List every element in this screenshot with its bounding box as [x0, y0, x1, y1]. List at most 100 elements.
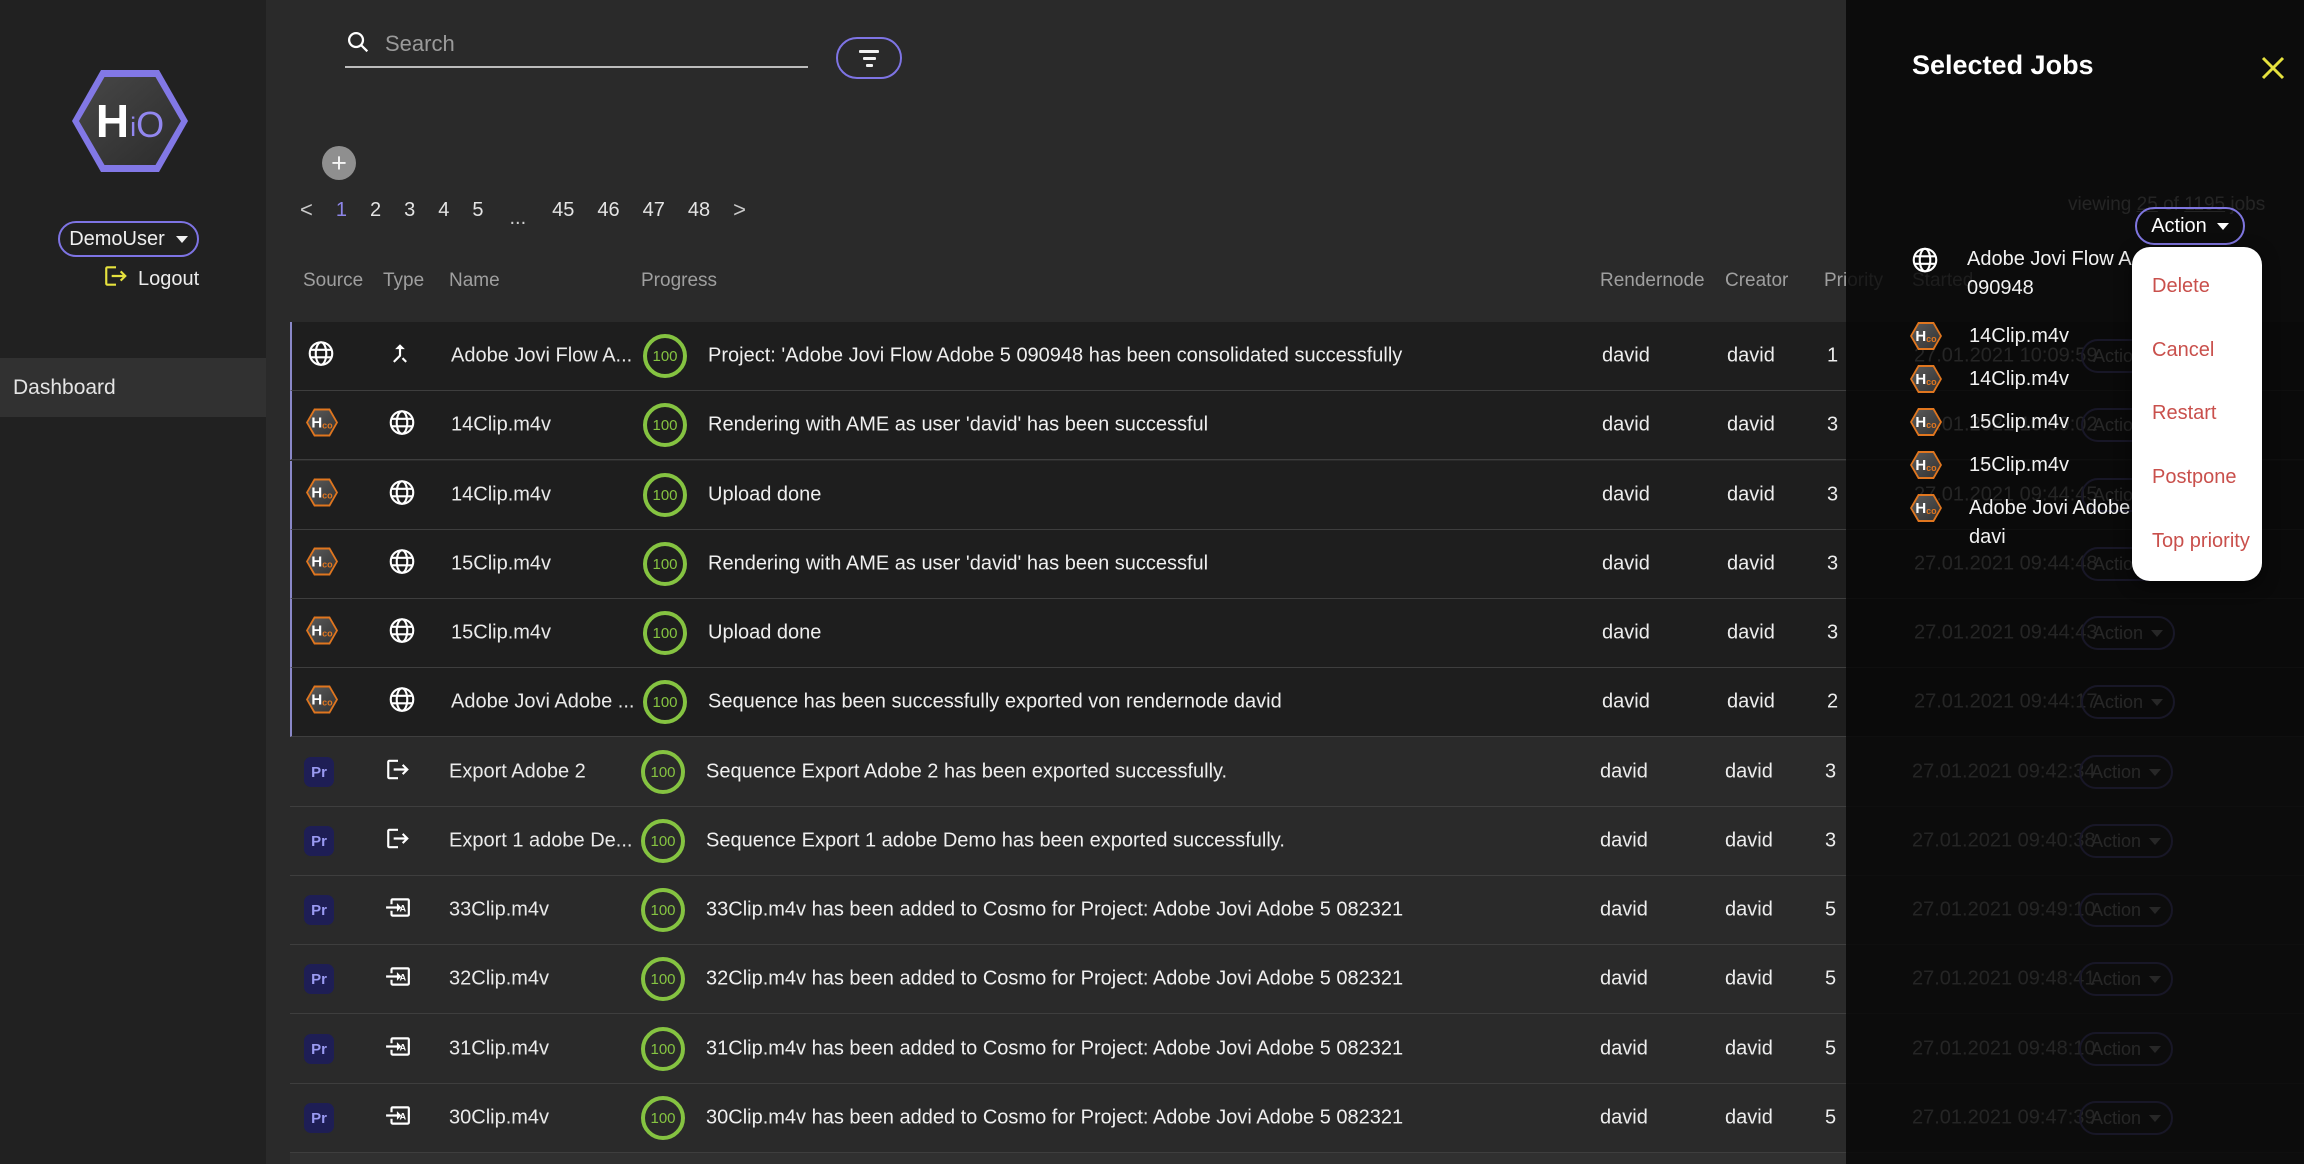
job-message: Rendering with AME as user 'david' has b…	[708, 553, 1208, 576]
hco-icon: Hco	[1910, 451, 1942, 484]
page-button-48[interactable]: 48	[688, 199, 710, 222]
logo-letter-o: O	[136, 107, 164, 143]
selected-job-name: Adobe Jovi Flow A 090948	[1967, 245, 2132, 303]
pagination-ellipsis: ...	[509, 207, 526, 230]
export-icon	[385, 757, 411, 788]
job-priority: 1	[1827, 345, 1838, 368]
premiere-icon: Pr	[304, 1103, 334, 1133]
page-button-47[interactable]: 47	[643, 199, 665, 222]
premiere-icon: Pr	[304, 757, 334, 787]
premiere-icon: Pr	[304, 826, 334, 856]
column-header-name: Name	[449, 270, 500, 292]
job-name: 15Clip.m4v	[451, 622, 551, 645]
menu-item-postpone[interactable]: Postpone	[2132, 446, 2262, 510]
job-priority: 3	[1827, 553, 1838, 576]
job-name: Export Adobe 2	[449, 761, 586, 784]
job-creator: david	[1727, 484, 1775, 507]
globe-icon	[387, 685, 417, 720]
column-header-source: Source	[303, 270, 363, 292]
job-rendernode: david	[1602, 414, 1650, 437]
job-message: Sequence Export 1 adobe Demo has been ex…	[706, 830, 1285, 853]
page-button-1[interactable]: 1	[336, 199, 347, 222]
pagination: <12345...45464748>	[300, 195, 746, 225]
job-creator: david	[1725, 1107, 1773, 1130]
job-rendernode: david	[1602, 345, 1650, 368]
menu-item-delete[interactable]: Delete	[2132, 255, 2262, 319]
list-item[interactable]: HcoAdobe Jovi Adobe davi	[1910, 494, 2134, 552]
page-button-5[interactable]: 5	[472, 199, 483, 222]
job-priority: 3	[1825, 830, 1836, 853]
list-item[interactable]: Adobe Jovi Flow A 090948	[1910, 245, 2132, 303]
progress-ring: 100	[641, 1027, 685, 1071]
job-creator: david	[1725, 899, 1773, 922]
page-button-3[interactable]: 3	[404, 199, 415, 222]
panel-action-button[interactable]: Action	[2135, 207, 2245, 245]
job-message: 30Clip.m4v has been added to Cosmo for P…	[706, 1107, 1403, 1130]
job-creator: david	[1725, 830, 1773, 853]
column-header-rendernode: Rendernode	[1600, 270, 1705, 292]
hco-icon: Hco	[1910, 494, 1942, 552]
job-priority: 3	[1827, 622, 1838, 645]
export-icon	[385, 826, 411, 857]
progress-ring: 100	[643, 334, 687, 378]
logo-letter-h: H	[96, 98, 129, 144]
job-creator: david	[1725, 761, 1773, 784]
menu-item-restart[interactable]: Restart	[2132, 382, 2262, 446]
input-icon: A	[385, 895, 411, 926]
sidebar: HiO DemoUser Logout Dashboard	[0, 0, 266, 1164]
column-header-type: Type	[383, 270, 424, 292]
close-icon[interactable]	[2258, 53, 2288, 83]
sidebar-item-dashboard[interactable]: Dashboard	[0, 358, 266, 417]
job-message: Upload done	[708, 484, 821, 507]
page-button-4[interactable]: 4	[438, 199, 449, 222]
progress-ring: 100	[643, 542, 687, 586]
job-creator: david	[1725, 968, 1773, 991]
sidebar-item-label: Dashboard	[13, 376, 116, 400]
premiere-icon: Pr	[304, 1034, 334, 1064]
list-item[interactable]: Hco15Clip.m4v	[1910, 451, 2069, 484]
page-prev-button[interactable]: <	[300, 197, 313, 223]
job-name: Adobe Jovi Adobe ...	[451, 691, 634, 714]
progress-ring: 100	[643, 473, 687, 517]
selected-job-name: 14Clip.m4v	[1969, 322, 2069, 355]
page-next-button[interactable]: >	[733, 197, 746, 223]
logout-icon	[103, 263, 129, 295]
logout-label: Logout	[138, 268, 199, 291]
job-creator: david	[1727, 345, 1775, 368]
list-item[interactable]: Hco15Clip.m4v	[1910, 408, 2069, 441]
user-dropdown-button[interactable]: DemoUser	[58, 221, 199, 257]
column-header-progress: Progress	[641, 270, 717, 292]
job-name: 14Clip.m4v	[451, 484, 551, 507]
globe-icon	[306, 339, 336, 374]
menu-item-cancel[interactable]: Cancel	[2132, 319, 2262, 383]
premiere-icon: Pr	[304, 964, 334, 994]
hco-icon: Hco	[306, 479, 338, 512]
globe-icon	[387, 408, 417, 443]
job-rendernode: david	[1600, 830, 1648, 853]
filter-icon	[859, 50, 879, 53]
job-creator: david	[1727, 622, 1775, 645]
app-root: HiO DemoUser Logout Dashboard + <12345..…	[0, 0, 2304, 1164]
menu-item-top-priority[interactable]: Top priority	[2132, 509, 2262, 573]
progress-ring: 100	[641, 750, 685, 794]
job-priority: 3	[1825, 761, 1836, 784]
progress-ring: 100	[641, 1096, 685, 1140]
svg-text:A: A	[400, 973, 407, 983]
logout-button[interactable]: Logout	[103, 263, 199, 295]
job-name: Export 1 adobe De...	[449, 830, 632, 853]
job-name: 15Clip.m4v	[451, 553, 551, 576]
page-button-45[interactable]: 45	[552, 199, 574, 222]
svg-text:A: A	[400, 1112, 407, 1122]
svg-text:A: A	[400, 904, 407, 914]
search-input[interactable]	[383, 30, 808, 58]
page-button-46[interactable]: 46	[597, 199, 619, 222]
page-button-2[interactable]: 2	[370, 199, 381, 222]
globe-icon	[387, 547, 417, 582]
panel-title: Selected Jobs	[1912, 50, 2094, 81]
list-item[interactable]: Hco14Clip.m4v	[1910, 322, 2069, 355]
add-job-button[interactable]: +	[322, 146, 356, 180]
job-priority: 5	[1825, 1038, 1836, 1061]
list-item[interactable]: Hco14Clip.m4v	[1910, 365, 2069, 398]
job-creator: david	[1727, 691, 1775, 714]
filter-button[interactable]	[836, 37, 902, 79]
